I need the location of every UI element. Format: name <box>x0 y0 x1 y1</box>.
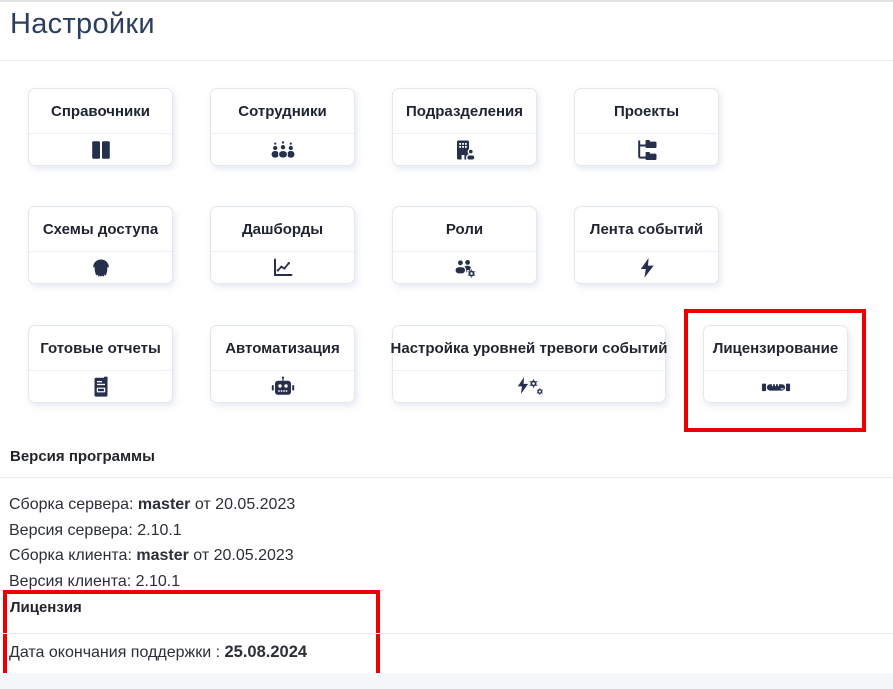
card-dashboards[interactable]: Дашборды <box>210 206 355 284</box>
client-version-line: Версия клиента: 2.10.1 <box>9 569 295 595</box>
card-employees[interactable]: Сотрудники <box>210 88 355 166</box>
version-section-heading: Версия программы <box>10 448 155 465</box>
building-user-icon <box>393 134 536 165</box>
fingerprint-icon <box>29 252 172 283</box>
folder-tree-icon <box>575 134 718 165</box>
card-label: Автоматизация <box>211 326 354 371</box>
card-label: Лента событий <box>575 207 718 252</box>
bolt-icon <box>575 252 718 283</box>
card-event-feed[interactable]: Лента событий <box>574 206 719 284</box>
cards-row-2: Схемы доступа Дашборды <box>28 206 719 284</box>
settings-page: Настройки Справочники Сотрудники <box>0 0 893 689</box>
card-label: Готовые отчеты <box>29 326 172 371</box>
card-access-schemes[interactable]: Схемы доступа <box>28 206 173 284</box>
card-automation[interactable]: Автоматизация <box>210 325 355 403</box>
people-group-icon <box>211 134 354 165</box>
title-divider <box>0 60 893 61</box>
server-build-line: Сборка сервера: master от 20.05.2023 <box>9 492 295 518</box>
card-label: Справочники <box>29 89 172 134</box>
books-icon <box>29 134 172 165</box>
card-ready-reports[interactable]: Готовые отчеты <box>28 325 173 403</box>
card-label: Настройка уровней тревоги событий <box>393 326 665 371</box>
cards-row-1: Справочники Сотрудники <box>28 88 719 166</box>
card-label: Схемы доступа <box>29 207 172 252</box>
chart-line-icon <box>211 252 354 283</box>
support-end-line: Дата окончания поддержки : 25.08.2024 <box>9 643 307 662</box>
support-end-date: 25.08.2024 <box>224 643 307 661</box>
bolt-gears-icon <box>393 371 665 402</box>
report-icon <box>29 371 172 402</box>
card-label: Дашборды <box>211 207 354 252</box>
version-info: Сборка сервера: master от 20.05.2023 Вер… <box>9 492 295 594</box>
robot-icon <box>211 371 354 402</box>
page-bottom-background <box>0 673 893 689</box>
card-label: Роли <box>393 207 536 252</box>
users-gear-icon <box>393 252 536 283</box>
card-licensing[interactable]: Лицензирование <box>703 325 848 403</box>
card-label: Сотрудники <box>211 89 354 134</box>
window-top-edge <box>0 0 893 2</box>
card-roles[interactable]: Роли <box>392 206 537 284</box>
card-label: Лицензирование <box>704 326 847 371</box>
card-departments[interactable]: Подразделения <box>392 88 537 166</box>
support-end-label: Дата окончания поддержки : <box>9 644 224 661</box>
card-directories[interactable]: Справочники <box>28 88 173 166</box>
version-divider <box>0 477 893 478</box>
page-title: Настройки <box>10 8 155 41</box>
license-section-heading: Лицензия <box>10 599 82 616</box>
card-label: Подразделения <box>393 89 536 134</box>
handshake-icon <box>704 371 847 402</box>
license-divider <box>0 633 893 634</box>
card-projects[interactable]: Проекты <box>574 88 719 166</box>
client-build-line: Сборка клиента: master от 20.05.2023 <box>9 543 295 569</box>
server-version-line: Версия сервера: 2.10.1 <box>9 518 295 544</box>
cards-row-3: Готовые отчеты Автоматизация <box>28 325 848 403</box>
card-label: Проекты <box>575 89 718 134</box>
card-alarm-levels[interactable]: Настройка уровней тревоги событий <box>392 325 666 403</box>
